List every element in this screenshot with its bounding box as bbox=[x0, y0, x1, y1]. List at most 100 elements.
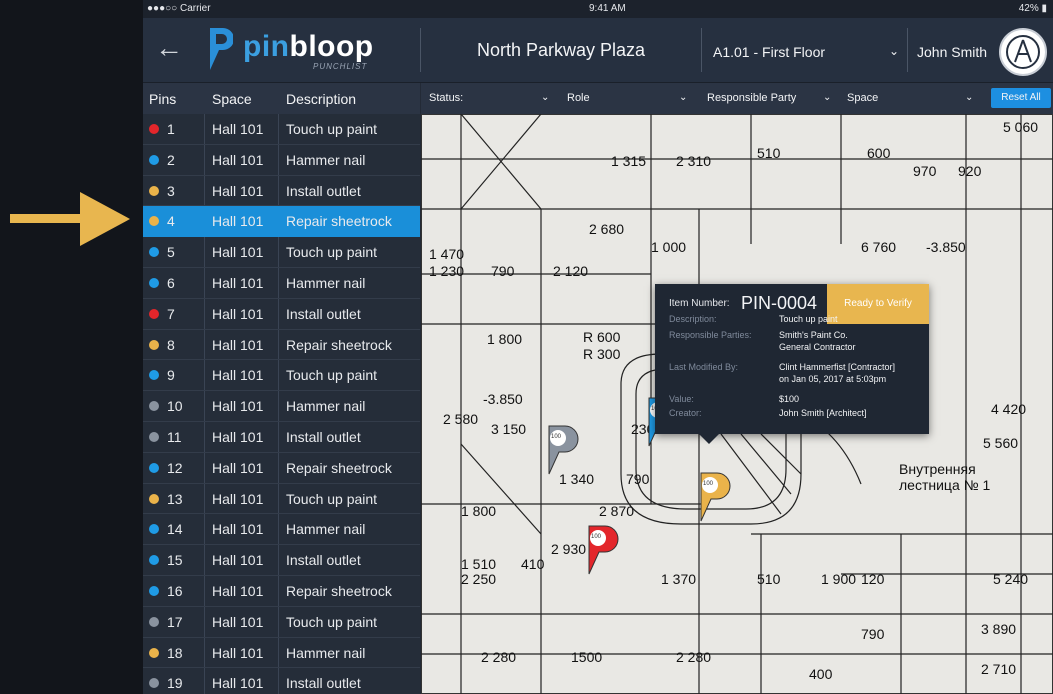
dimension-label: 1500 bbox=[571, 649, 602, 665]
pinbloop-logo: pinbloop PUNCHLIST bbox=[207, 24, 377, 76]
logo-word-part2: bloop bbox=[289, 30, 374, 63]
pin-row[interactable]: 4 Hall 101 Repair sheetrock bbox=[143, 206, 420, 238]
pin-number: 15 bbox=[167, 552, 183, 569]
pin-row[interactable]: 8 Hall 101 Repair sheetrock bbox=[143, 330, 420, 361]
pin-value-label: 100 bbox=[591, 534, 602, 540]
pin-row[interactable]: 9 Hall 101 Touch up paint bbox=[143, 360, 420, 392]
pin-number: 17 bbox=[167, 613, 183, 630]
column-header-description[interactable]: Description bbox=[286, 91, 356, 107]
dimension-label: R 600 bbox=[583, 329, 621, 345]
pointer-arrow-icon bbox=[10, 192, 130, 246]
pin-row[interactable]: 11 Hall 101 Install outlet bbox=[143, 422, 420, 453]
pin-description: Touch up paint bbox=[286, 490, 378, 507]
map-pin-icon[interactable]: 100 bbox=[581, 522, 621, 576]
back-arrow-icon[interactable]: ← bbox=[155, 32, 183, 64]
column-header-space[interactable]: Space bbox=[212, 91, 252, 107]
dimension-label: лестница № 1 bbox=[899, 477, 991, 493]
pin-space: Hall 101 bbox=[212, 121, 264, 137]
pin-status-dot bbox=[149, 585, 159, 596]
pin-number: 8 bbox=[167, 336, 175, 353]
pin-status-dot bbox=[149, 647, 159, 658]
map-pin-icon[interactable]: 100 bbox=[693, 469, 733, 523]
field-value: Touch up paint bbox=[779, 314, 838, 324]
pin-list-header: Pins Space Description bbox=[143, 83, 420, 114]
pin-space: Hall 101 bbox=[212, 552, 264, 569]
pin-number: 2 bbox=[167, 151, 175, 168]
logo-word-part1: pin bbox=[243, 30, 290, 63]
pin-number: 14 bbox=[167, 521, 183, 538]
pin-description: Install outlet bbox=[286, 675, 361, 692]
field-label: Description: bbox=[669, 314, 717, 324]
field-label: Last Modified By: bbox=[669, 362, 739, 372]
pin-row[interactable]: 1 Hall 101 Touch up paint bbox=[143, 114, 420, 145]
pin-description: Install outlet bbox=[286, 305, 361, 322]
pin-description: Repair sheetrock bbox=[286, 459, 392, 476]
pin-row[interactable]: 14 Hall 101 Hammer nail bbox=[143, 514, 420, 546]
role-filter-label: Role bbox=[567, 92, 590, 104]
pin-row[interactable]: 17 Hall 101 Touch up paint bbox=[143, 607, 420, 638]
pin-number: 1 bbox=[167, 121, 175, 137]
dimension-label: 3 890 bbox=[981, 621, 1016, 637]
pin-status-dot bbox=[149, 277, 159, 288]
dimension-label: 1 315 bbox=[611, 153, 646, 169]
pin-number: 4 bbox=[167, 213, 175, 230]
dimension-label: 2 280 bbox=[481, 649, 516, 665]
role-filter[interactable]: Role ⌄ bbox=[567, 92, 691, 104]
sheet-selector[interactable]: A1.01 - First Floor ⌄ bbox=[713, 44, 903, 60]
dimension-label: 2 120 bbox=[553, 263, 588, 279]
dimension-label: -3.850 bbox=[483, 391, 523, 407]
ready-to-verify-button[interactable]: Ready to Verify bbox=[827, 284, 929, 324]
dimension-label: 2 250 bbox=[461, 571, 496, 587]
pin-row[interactable]: 16 Hall 101 Repair sheetrock bbox=[143, 576, 420, 607]
pin-space: Hall 101 bbox=[212, 274, 264, 291]
dimension-label: 1 230 bbox=[429, 263, 464, 279]
pin-space: Hall 101 bbox=[212, 367, 264, 384]
status-filter[interactable]: Status: ⌄ bbox=[429, 92, 553, 104]
user-name[interactable]: John Smith bbox=[917, 44, 987, 60]
pin-space: Hall 101 bbox=[212, 398, 264, 415]
pin-description: Touch up paint bbox=[286, 121, 378, 137]
pin-row[interactable]: 19 Hall 101 Install outlet bbox=[143, 668, 420, 694]
pin-description: Repair sheetrock bbox=[286, 213, 392, 230]
pin-row[interactable]: 10 Hall 101 Hammer nail bbox=[143, 391, 420, 422]
avatar[interactable] bbox=[999, 28, 1047, 76]
dimension-label: 1 800 bbox=[487, 331, 522, 347]
pin-row[interactable]: 3 Hall 101 Install outlet bbox=[143, 176, 420, 207]
dimension-label: 1 470 bbox=[429, 246, 464, 262]
battery-percent: 42% bbox=[1018, 3, 1039, 14]
pin-row[interactable]: 12 Hall 101 Repair sheetrock bbox=[143, 453, 420, 484]
pin-status-dot bbox=[149, 616, 159, 627]
pin-status-dot bbox=[149, 308, 159, 319]
pin-space: Hall 101 bbox=[212, 582, 264, 599]
chevron-down-icon: ⌄ bbox=[888, 44, 899, 58]
field-label: Creator: bbox=[669, 408, 702, 418]
pin-row[interactable]: 6 Hall 101 Hammer nail bbox=[143, 268, 420, 299]
pin-status-dot bbox=[149, 401, 159, 412]
responsible-party-filter[interactable]: Responsible Party ⌄ bbox=[707, 92, 831, 104]
field-value: General Contractor bbox=[779, 342, 856, 352]
dimension-label: 5 560 bbox=[983, 435, 1018, 451]
carrier-label: ●●●○○ Carrier bbox=[147, 3, 211, 14]
dimension-label: 6 760 bbox=[861, 239, 896, 255]
header-divider bbox=[907, 28, 908, 72]
dimension-label: 790 bbox=[626, 471, 650, 487]
reset-all-button[interactable]: Reset All bbox=[991, 88, 1051, 108]
pin-description: Hammer nail bbox=[286, 644, 366, 661]
pin-row[interactable]: 15 Hall 101 Install outlet bbox=[143, 545, 420, 576]
pin-row[interactable]: 5 Hall 101 Touch up paint bbox=[143, 237, 420, 268]
space-filter[interactable]: Space ⌄ bbox=[847, 92, 973, 104]
pin-status-dot bbox=[149, 185, 159, 196]
pin-row[interactable]: 13 Hall 101 Touch up paint bbox=[143, 484, 420, 515]
logo-mark-icon bbox=[210, 28, 233, 70]
pin-description: Install outlet bbox=[286, 552, 361, 569]
pin-status-dot bbox=[149, 154, 159, 165]
dimension-label: 400 bbox=[809, 666, 833, 682]
pin-row[interactable]: 7 Hall 101 Install outlet bbox=[143, 299, 420, 330]
pin-row[interactable]: 2 Hall 101 Hammer nail bbox=[143, 145, 420, 176]
dimension-label: 2 280 bbox=[676, 649, 711, 665]
pin-row[interactable]: 18 Hall 101 Hammer nail bbox=[143, 638, 420, 669]
map-pin-icon[interactable]: 100 bbox=[541, 422, 581, 476]
dimension-label: 2 710 bbox=[981, 661, 1016, 677]
field-value: on Jan 05, 2017 at 5:03pm bbox=[779, 374, 887, 384]
column-header-pins[interactable]: Pins bbox=[149, 91, 176, 107]
